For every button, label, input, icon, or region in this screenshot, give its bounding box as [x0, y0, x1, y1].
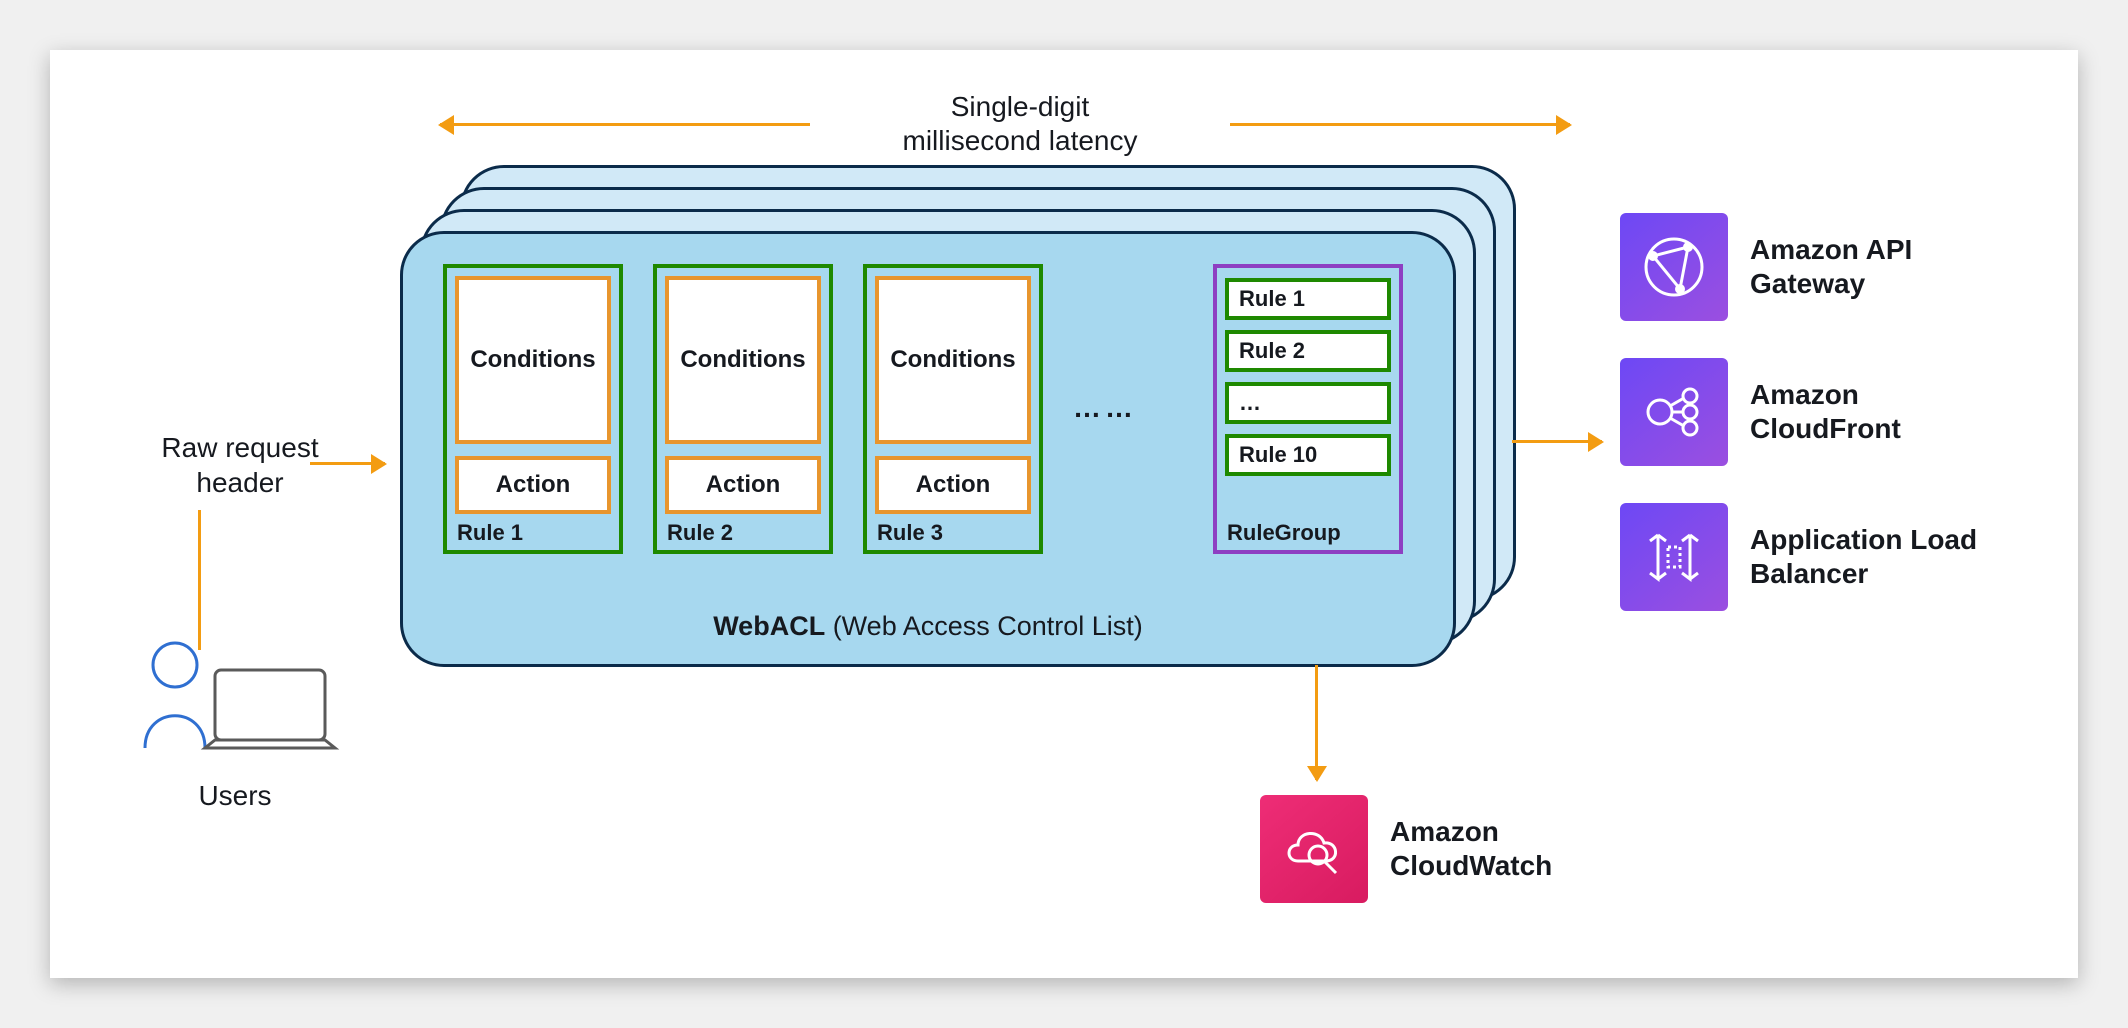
user-icon — [120, 630, 350, 770]
rule-3-box: Conditions Action Rule 3 — [863, 264, 1043, 554]
rule-1-conditions: Conditions — [455, 276, 611, 444]
latency-label: Single-digit millisecond latency — [820, 90, 1220, 157]
service-cloudwatch: Amazon CloudWatch — [1260, 795, 1620, 903]
service-cloudfront: Amazon CloudFront — [1620, 358, 1980, 466]
rule-3-action: Action — [875, 456, 1031, 514]
service-api-gateway: Amazon API Gateway — [1620, 213, 1980, 321]
rule-1-label: Rule 1 — [457, 520, 523, 546]
api-gateway-icon — [1620, 213, 1728, 321]
latency-line1: Single-digit — [820, 90, 1220, 124]
output-arrow — [1512, 440, 1602, 443]
rule-2-conditions: Conditions — [665, 276, 821, 444]
rules-ellipsis: …… — [1073, 392, 1137, 424]
raw-line1: Raw request — [110, 430, 370, 465]
raw-request-arrow — [310, 462, 385, 465]
alb-icon — [1620, 503, 1728, 611]
rule-1-action: Action — [455, 456, 611, 514]
rulegroup-item: Rule 10 — [1225, 434, 1391, 476]
rulegroup-label: RuleGroup — [1227, 520, 1341, 546]
webacl-content: Conditions Action Rule 1 Conditions Acti… — [423, 254, 1433, 644]
rule-1-box: Conditions Action Rule 1 — [443, 264, 623, 554]
users-group: Users — [120, 630, 350, 812]
webacl-title: WebACL (Web Access Control List) — [403, 611, 1453, 642]
service-alb-label: Application Load Balancer — [1750, 523, 1980, 590]
rulegroup-item: … — [1225, 382, 1391, 424]
webacl-title-bold: WebACL — [713, 611, 825, 641]
users-icon-cluster — [120, 630, 350, 770]
rule-2-box: Conditions Action Rule 2 — [653, 264, 833, 554]
webacl-stack: Conditions Action Rule 1 Conditions Acti… — [400, 165, 1510, 665]
rule-3-label: Rule 3 — [877, 520, 943, 546]
latency-arrow-right — [1230, 123, 1570, 126]
cloudwatch-arrow — [1315, 665, 1318, 780]
architecture-diagram: Single-digit millisecond latency Raw req… — [50, 50, 2078, 978]
rulegroup-item: Rule 1 — [1225, 278, 1391, 320]
raw-request-header-label: Raw request header — [110, 430, 370, 500]
users-label: Users — [120, 780, 350, 812]
webacl-title-rest: (Web Access Control List) — [825, 611, 1143, 641]
cloudwatch-icon — [1260, 795, 1368, 903]
user-connector — [198, 510, 201, 650]
service-api-gateway-label: Amazon API Gateway — [1750, 233, 1980, 300]
rulegroup-box: Rule 1 Rule 2 … Rule 10 RuleGroup — [1213, 264, 1403, 554]
rule-3-conditions: Conditions — [875, 276, 1031, 444]
latency-line2: millisecond latency — [820, 124, 1220, 158]
rulegroup-items: Rule 1 Rule 2 … Rule 10 — [1225, 278, 1391, 476]
rulegroup-item: Rule 2 — [1225, 330, 1391, 372]
rule-2-label: Rule 2 — [667, 520, 733, 546]
cloudfront-icon — [1620, 358, 1728, 466]
latency-arrow-left — [440, 123, 810, 126]
rule-2-action: Action — [665, 456, 821, 514]
service-cloudfront-label: Amazon CloudFront — [1750, 378, 1980, 445]
service-cloudwatch-label: Amazon CloudWatch — [1390, 815, 1620, 882]
webacl-card-front: Conditions Action Rule 1 Conditions Acti… — [400, 231, 1456, 667]
raw-line2: header — [110, 465, 370, 500]
service-alb: Application Load Balancer — [1620, 503, 1980, 611]
